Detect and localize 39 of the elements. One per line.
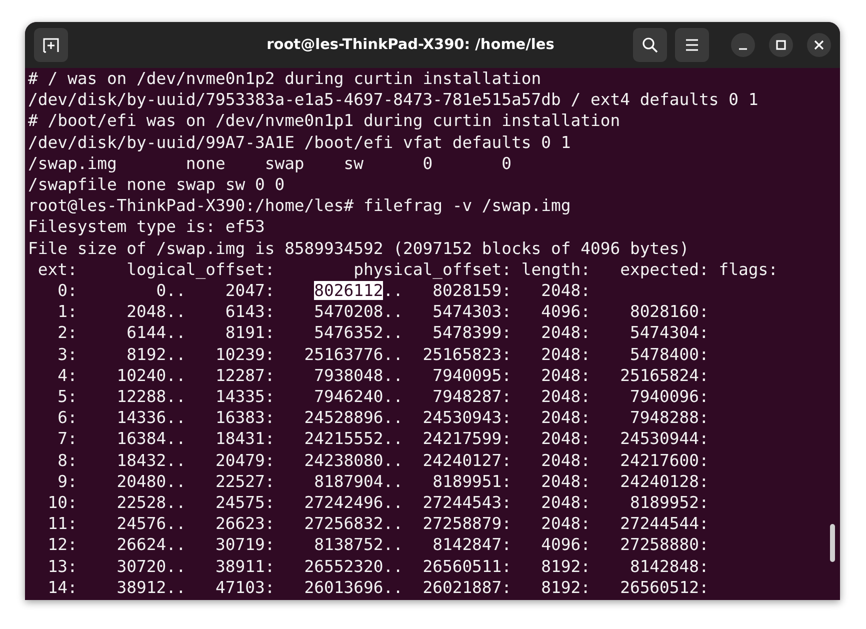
terminal-line: 3: 8192.. 10239: 25163776.. 25165823: 2048: 5478400: xyxy=(56,344,710,365)
close-icon xyxy=(814,40,824,50)
terminal-line: root@les-ThinkPad-X390:/home/les# filefrag -v /swap.img xyxy=(28,195,572,216)
maximize-icon xyxy=(776,40,786,50)
terminal-line: 0: 0.. 2047: 8026112.. 8028159: 2048: xyxy=(56,280,592,302)
terminal-line: # /boot/efi was on /dev/nvme0n1p1 during curtin installation xyxy=(28,110,622,132)
terminal-line: 6: 14336.. 16383: 24528896.. 24530943: 2048: 7948288: xyxy=(56,407,710,428)
terminal-line: 10: 22528.. 24575: 27242496.. 27244543: 2048: 8189952: xyxy=(46,492,710,514)
terminal-line: 13: 30720.. 38911: 26552320.. 26560511: 8192: 8142848: xyxy=(46,556,710,577)
new-tab-button[interactable] xyxy=(34,28,68,62)
terminal-line: # / was on /dev/nvme0n1p2 during curtin installation xyxy=(28,68,542,90)
new-tab-icon xyxy=(42,36,60,54)
minimize-button[interactable] xyxy=(731,33,755,57)
search-button[interactable] xyxy=(633,28,667,62)
terminal-line: 2: 6144.. 8191: 5476352.. 5478399: 2048: 5474304: xyxy=(56,322,710,344)
terminal-line: ext: logical_offset: physical_offset: length: expected: flags: xyxy=(36,258,779,280)
terminal-line: File size of /swap.img is 8589934592 (2097152 blocks of 4096 bytes) xyxy=(28,238,690,259)
terminal-line: /dev/disk/by-uuid/99A7-3A1E /boot/efi vfat defaults 0 1 xyxy=(28,132,572,153)
terminal-line: 14: 38912.. 47103: 26013696.. 26021887: 8192: 26560512: xyxy=(46,576,710,598)
terminal-line: 8: 18432.. 20479: 24238080.. 24240127: 2048: 24217600: xyxy=(56,450,710,471)
terminal-line: 12: 26624.. 30719: 8138752.. 8142847: 4096: 27258880: xyxy=(46,534,710,556)
terminal-line: /swap.img none swap sw 0 0 xyxy=(28,152,513,174)
terminal-line: 1: 2048.. 6143: 5470208.. 5474303: 4096: 8028160: xyxy=(56,301,710,322)
terminal-line: 4: 10240.. 12287: 7938048.. 7940095: 2048: 25165824: xyxy=(56,364,710,386)
terminal-line: 11: 24576.. 26623: 27256832.. 27258879: 2048: 27244544: xyxy=(46,513,710,534)
scrollbar-thumb[interactable] xyxy=(830,524,835,562)
close-button[interactable] xyxy=(807,33,831,57)
menu-icon xyxy=(684,38,700,52)
terminal-line: 5: 12288.. 14335: 7946240.. 7948287: 2048: 7940096: xyxy=(56,386,710,408)
terminal-line: 9: 20480.. 22527: 8187904.. 8189951: 2048: 24240128: xyxy=(56,470,710,492)
window-title: root@les-ThinkPad-X390: /home/les xyxy=(266,37,556,53)
minimize-icon xyxy=(739,48,747,50)
maximize-button[interactable] xyxy=(769,33,793,57)
menu-button[interactable] xyxy=(675,28,709,62)
terminal-line: /dev/disk/by-uuid/7953383a-e1a5-4697-8473-781e515a57db / ext4 defaults 0 1 xyxy=(28,89,760,110)
search-icon xyxy=(641,36,659,54)
terminal-line: Filesystem type is: ef53 xyxy=(28,216,266,238)
terminal-line: 7: 16384.. 18431: 24215552.. 24217599: 2048: 24530944: xyxy=(56,428,710,450)
terminal-line: /swapfile none swap sw 0 0 xyxy=(28,174,286,196)
